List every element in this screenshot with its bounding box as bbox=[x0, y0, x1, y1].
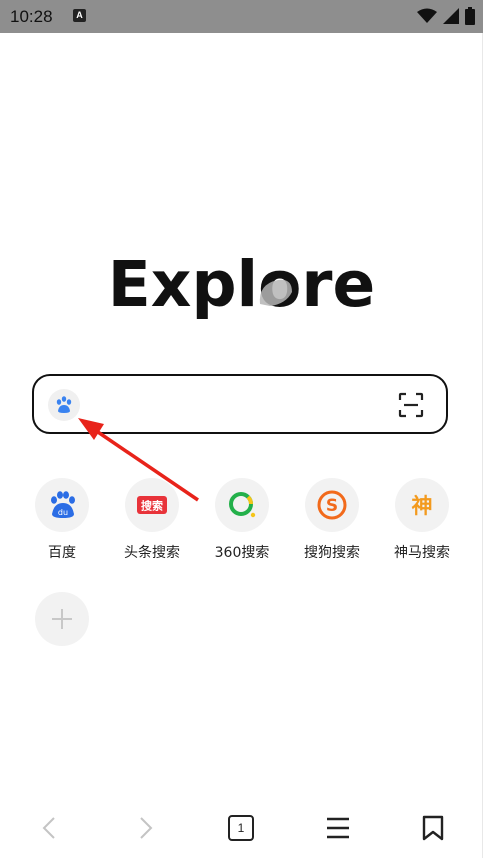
bookmark-icon bbox=[422, 815, 444, 841]
add-shortcut-button[interactable] bbox=[35, 592, 89, 646]
toutiao-badge: 搜索 bbox=[141, 499, 163, 513]
wifi-icon bbox=[417, 8, 437, 23]
shortcut-label: 360搜索 bbox=[214, 545, 270, 561]
shortcut-shenma[interactable]: 神 神马搜索 bbox=[377, 478, 467, 562]
logo-text: Explore bbox=[107, 248, 376, 321]
shortcut-sogou[interactable]: S 搜狗搜索 bbox=[287, 478, 377, 562]
sogou-badge: S bbox=[326, 496, 338, 516]
shortcut-toutiao[interactable]: 搜索 头条搜索 bbox=[107, 478, 197, 562]
shortcut-label: 搜狗搜索 bbox=[304, 545, 360, 561]
forward-button[interactable] bbox=[126, 808, 166, 848]
bottom-nav: 1 bbox=[0, 800, 483, 858]
shortcut-label: 神马搜索 bbox=[394, 545, 450, 561]
back-button[interactable] bbox=[29, 808, 69, 848]
bookmark-button[interactable] bbox=[413, 808, 453, 848]
explore-logo: Explore bbox=[0, 248, 483, 321]
shortcut-360[interactable]: 360搜索 bbox=[197, 478, 287, 562]
shenma-badge: 神 bbox=[412, 494, 433, 518]
baidu-paw-icon bbox=[56, 396, 72, 413]
logo-swoosh-icon bbox=[259, 279, 292, 306]
menu-icon bbox=[327, 817, 349, 839]
shenma-icon: 神 bbox=[395, 478, 449, 532]
battery-icon bbox=[465, 7, 475, 25]
plus-icon bbox=[52, 609, 72, 629]
baidu-icon: du bbox=[35, 478, 89, 532]
signal-icon bbox=[443, 8, 459, 24]
search-bar[interactable] bbox=[32, 374, 448, 434]
shortcut-grid: du 百度 搜索 头条搜索 360搜索 S 搜狗搜索 神 神马搜索 bbox=[0, 478, 483, 578]
status-time: 10:28 bbox=[10, 7, 53, 26]
status-bar: 10:28 A bbox=[0, 0, 483, 33]
scan-icon[interactable] bbox=[398, 392, 424, 418]
shortcut-baidu[interactable]: du 百度 bbox=[17, 478, 107, 562]
baidu-badge: du bbox=[58, 508, 68, 517]
toutiao-search-icon: 搜索 bbox=[125, 478, 179, 532]
chevron-right-icon bbox=[140, 817, 153, 839]
search-engine-button[interactable] bbox=[48, 389, 80, 421]
sogou-icon: S bbox=[305, 478, 359, 532]
chevron-left-icon bbox=[42, 817, 55, 839]
tabs-count: 1 bbox=[237, 821, 245, 835]
tabs-count-box: 1 bbox=[228, 815, 254, 841]
tabs-button[interactable]: 1 bbox=[221, 808, 261, 848]
shortcut-label: 头条搜索 bbox=[124, 545, 180, 561]
notification-icon: A bbox=[73, 9, 86, 22]
status-icons bbox=[417, 7, 475, 25]
shortcut-label: 百度 bbox=[48, 545, 76, 561]
menu-button[interactable] bbox=[318, 808, 358, 848]
360-search-icon bbox=[215, 478, 269, 532]
